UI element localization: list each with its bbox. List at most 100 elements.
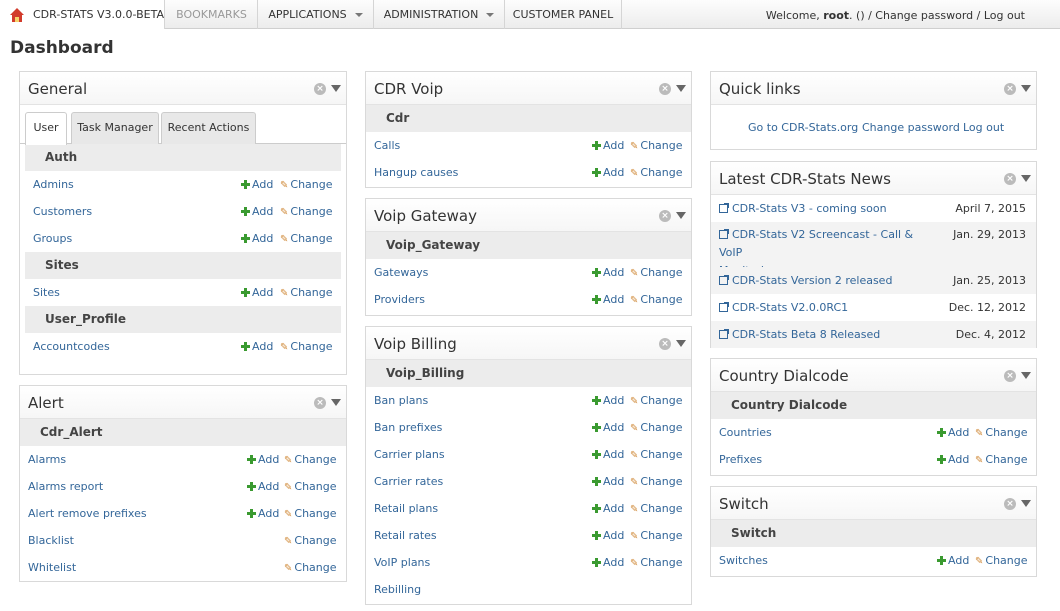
add-button[interactable]: Add (937, 419, 969, 446)
retail-rates-link[interactable]: Retail rates (374, 522, 437, 549)
close-icon[interactable]: × (659, 83, 671, 95)
add-button[interactable]: Add (592, 522, 624, 549)
change-button[interactable]: ✎ Change (630, 495, 683, 523)
close-icon[interactable]: × (314, 83, 326, 95)
providers-link[interactable]: Providers (374, 286, 425, 313)
collapse-toggle-icon[interactable] (676, 212, 686, 219)
switches-link[interactable]: Switches (719, 547, 768, 574)
add-button[interactable]: Add (592, 132, 624, 159)
rebilling-link[interactable]: Rebilling (374, 576, 421, 603)
close-icon[interactable]: × (1004, 173, 1016, 185)
add-button[interactable]: Add (247, 473, 279, 500)
change-button[interactable]: ✎ Change (280, 225, 333, 253)
add-button[interactable]: Add (241, 198, 273, 225)
add-button[interactable]: Add (592, 468, 624, 495)
collapse-toggle-icon[interactable] (331, 399, 341, 406)
tab-recent-actions[interactable]: Recent Actions (161, 112, 256, 144)
nav-bookmarks[interactable]: BOOKMARKS (166, 0, 258, 29)
change-button[interactable]: ✎ Change (284, 446, 337, 474)
carrier-plans-link[interactable]: Carrier plans (374, 441, 445, 468)
add-button[interactable]: Add (247, 500, 279, 527)
close-icon[interactable]: × (659, 210, 671, 222)
alarms-report-link[interactable]: Alarms report (28, 473, 103, 500)
change-button[interactable]: ✎ Change (284, 554, 337, 582)
tab-task-manager[interactable]: Task Manager (71, 112, 159, 144)
welcome-suffix[interactable]: . () / Change password / Log out (849, 9, 1025, 22)
collapse-toggle-icon[interactable] (331, 85, 341, 92)
collapse-toggle-icon[interactable] (1021, 500, 1031, 507)
alarms-link[interactable]: Alarms (28, 446, 66, 473)
change-button[interactable]: ✎ Change (280, 198, 333, 226)
admins-link[interactable]: Admins (33, 171, 74, 198)
add-button[interactable]: Add (241, 279, 273, 306)
change-button[interactable]: ✎ Change (975, 547, 1028, 575)
add-button[interactable]: Add (592, 441, 624, 468)
change-button[interactable]: ✎ Change (280, 279, 333, 307)
close-icon[interactable]: × (1004, 498, 1016, 510)
add-button[interactable]: Add (241, 333, 273, 360)
change-button[interactable]: ✎ Change (630, 549, 683, 577)
add-button[interactable]: Add (247, 446, 279, 473)
tab-user[interactable]: User (25, 112, 67, 145)
change-button[interactable]: ✎ Change (630, 522, 683, 550)
gateways-link[interactable]: Gateways (374, 259, 428, 286)
nav-customer-panel[interactable]: CUSTOMER PANEL (505, 0, 622, 29)
change-button[interactable]: ✎ Change (630, 286, 683, 314)
change-button[interactable]: ✎ Change (630, 441, 683, 469)
calls-link[interactable]: Calls (374, 132, 400, 159)
alert-remove-prefixes-link[interactable]: Alert remove prefixes (28, 500, 147, 527)
collapse-toggle-icon[interactable] (1021, 372, 1031, 379)
brand-link[interactable]: CDR-STATS V3.0.0-BETA (0, 0, 165, 29)
add-button[interactable]: Add (241, 225, 273, 252)
go-to-cdr-stats-link[interactable]: Go to CDR-Stats.org (748, 121, 858, 134)
news-link[interactable]: CDR-Stats V2.0.0RC1 (719, 294, 848, 321)
change-button[interactable]: ✎ Change (630, 132, 683, 160)
close-icon[interactable]: × (1004, 370, 1016, 382)
news-link[interactable]: CDR-Stats Version 2 released (719, 267, 892, 294)
close-icon[interactable]: × (1004, 83, 1016, 95)
change-button[interactable]: ✎ Change (975, 419, 1028, 447)
ban-prefixes-link[interactable]: Ban prefixes (374, 414, 442, 441)
change-button[interactable]: ✎ Change (630, 414, 683, 442)
carrier-rates-link[interactable]: Carrier rates (374, 468, 443, 495)
sites-link[interactable]: Sites (33, 279, 60, 306)
nav-administration[interactable]: ADMINISTRATION (374, 0, 505, 29)
close-icon[interactable]: × (314, 397, 326, 409)
add-button[interactable]: Add (592, 159, 624, 186)
add-button[interactable]: Add (241, 171, 273, 198)
collapse-toggle-icon[interactable] (676, 85, 686, 92)
groups-link[interactable]: Groups (33, 225, 72, 252)
customers-link[interactable]: Customers (33, 198, 92, 225)
blacklist-link[interactable]: Blacklist (28, 527, 74, 554)
change-button[interactable]: ✎ Change (630, 259, 683, 287)
accountcodes-link[interactable]: Accountcodes (33, 333, 110, 360)
add-button[interactable]: Add (937, 547, 969, 574)
news-link[interactable]: CDR-Stats V3 - coming soon (719, 195, 887, 222)
change-button[interactable]: ✎ Change (630, 468, 683, 496)
collapse-toggle-icon[interactable] (1021, 175, 1031, 182)
change-button[interactable]: ✎ Change (630, 387, 683, 415)
change-button[interactable]: ✎ Change (280, 333, 333, 361)
change-button[interactable]: ✎ Change (280, 171, 333, 199)
collapse-toggle-icon[interactable] (1021, 85, 1031, 92)
add-button[interactable]: Add (592, 259, 624, 286)
add-button[interactable]: Add (592, 286, 624, 313)
whitelist-link[interactable]: Whitelist (28, 554, 76, 581)
add-button[interactable]: Add (592, 387, 624, 414)
change-button[interactable]: ✎ Change (630, 159, 683, 187)
ban-plans-link[interactable]: Ban plans (374, 387, 428, 414)
change-button[interactable]: ✎ Change (284, 473, 337, 501)
prefixes-link[interactable]: Prefixes (719, 446, 762, 473)
change-button[interactable]: ✎ Change (975, 446, 1028, 474)
hangup-causes-link[interactable]: Hangup causes (374, 159, 458, 186)
change-button[interactable]: ✎ Change (284, 500, 337, 528)
add-button[interactable]: Add (592, 549, 624, 576)
news-link[interactable]: CDR-Stats Beta 8 Released (719, 321, 880, 348)
collapse-toggle-icon[interactable] (676, 340, 686, 347)
countries-link[interactable]: Countries (719, 419, 772, 446)
voip-plans-link[interactable]: VoIP plans (374, 549, 430, 576)
add-button[interactable]: Add (592, 495, 624, 522)
add-button[interactable]: Add (592, 414, 624, 441)
change-button[interactable]: ✎ Change (284, 527, 337, 555)
nav-applications[interactable]: APPLICATIONS (258, 0, 374, 29)
